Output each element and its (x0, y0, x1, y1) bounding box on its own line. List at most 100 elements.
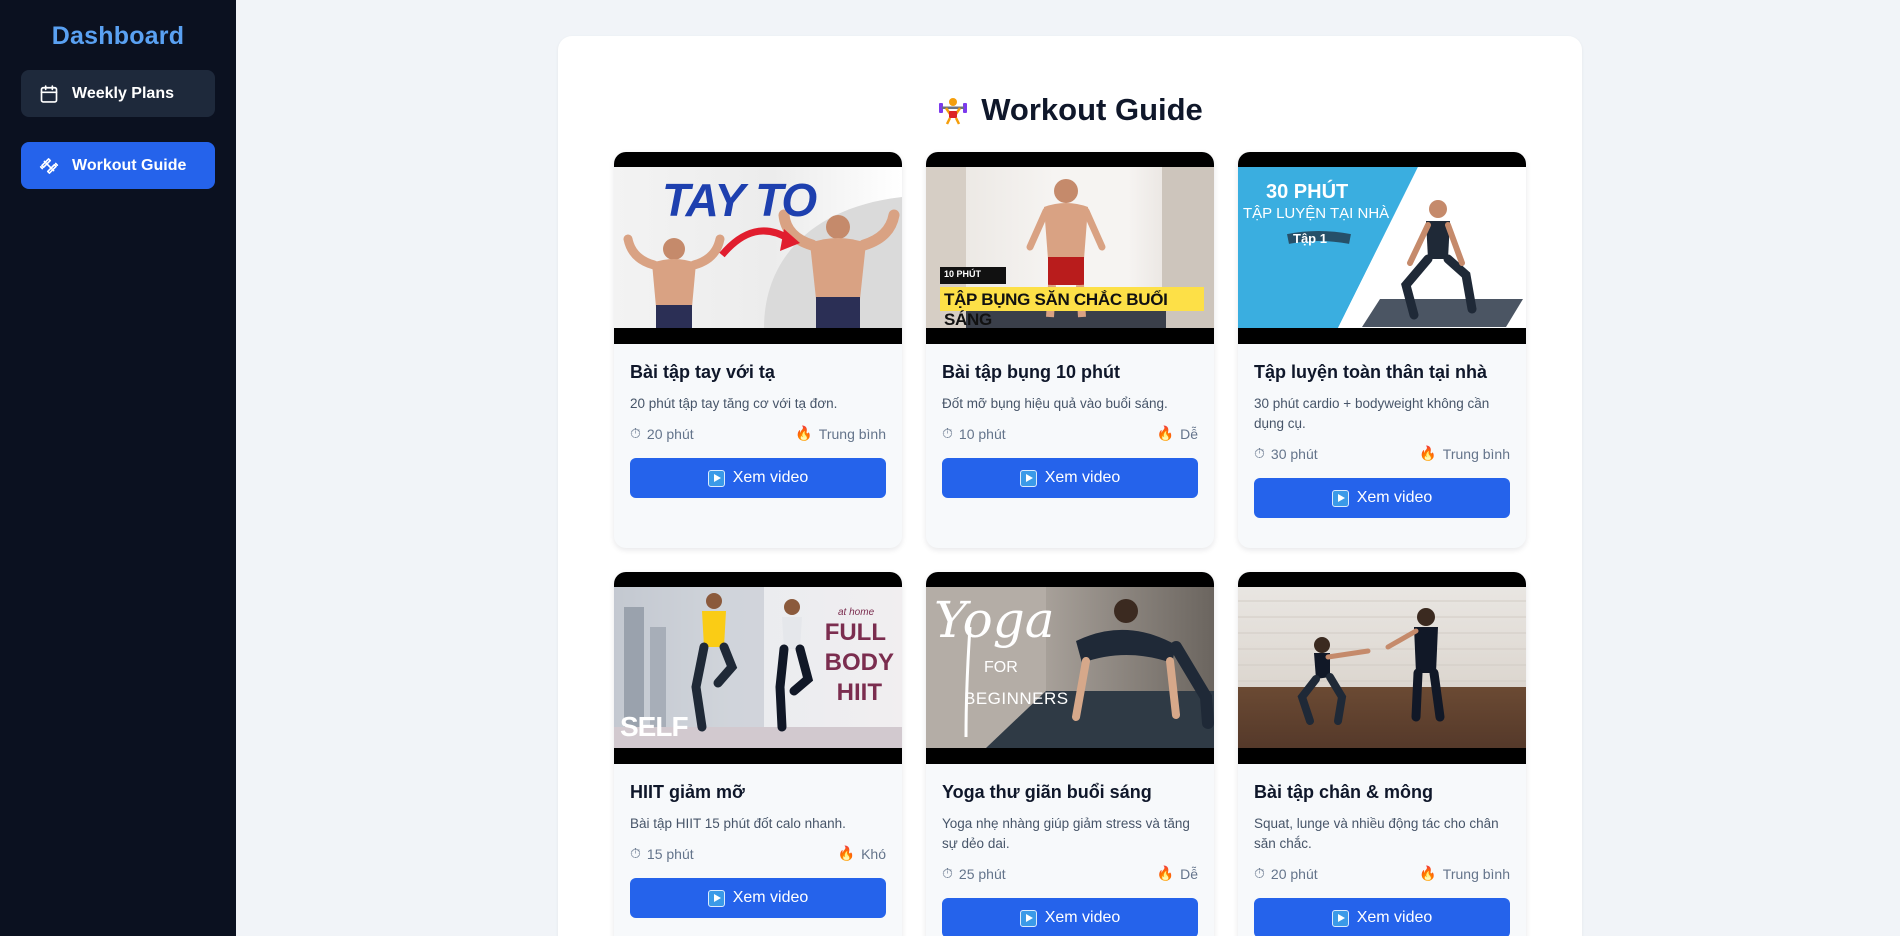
sidebar: Dashboard Weekly Plans Workout Guide (0, 0, 236, 936)
difficulty-text: Dễ (1180, 425, 1198, 442)
card-meta: ⏱ 30 phút 🔥 Trung bình (1254, 445, 1510, 462)
watch-video-button[interactable]: Xem video (630, 878, 886, 918)
play-icon (1331, 909, 1349, 927)
workout-card: Bài tập chân & mông Squat, lunge và nhiề… (1238, 572, 1526, 936)
workout-card: 30 PHÚT TẬP LUYỆN TẠI NHÀ Tập 1 Tập luyệ… (1238, 152, 1526, 548)
main-content: Workout Guide TAY TO Bài tập tay với tạ … (236, 0, 1900, 936)
thumbnail-line3: Tập 1 (1293, 231, 1327, 246)
thumbnail-small-text: at home (838, 607, 875, 618)
sidebar-item-weekly-plans[interactable]: Weekly Plans (21, 70, 215, 117)
watch-video-button[interactable]: Xem video (942, 898, 1198, 936)
card-description: Yoga nhẹ nhàng giúp giảm stress và tăng … (942, 816, 1190, 851)
thumbnail-line3: HIIT (836, 679, 882, 706)
difficulty-text: Trung bình (1442, 445, 1510, 462)
difficulty: 🔥 Dễ (1157, 425, 1198, 442)
stopwatch-icon: ⏱ (630, 845, 641, 861)
play-icon (1019, 469, 1037, 487)
thumbnail-overlay-text: TẬP BỤNG SĂN CHẮC BUỔI SÁNG (944, 290, 1168, 328)
card-description: 20 phút tập tay tăng cơ với tạ đơn. (630, 396, 838, 411)
thumbnail-line3: BEGINNERS (964, 689, 1069, 708)
difficulty: 🔥 Trung bình (795, 425, 886, 442)
video-thumbnail[interactable] (1238, 572, 1526, 764)
video-thumbnail[interactable]: 30 PHÚT TẬP LUYỆN TẠI NHÀ Tập 1 (1238, 152, 1526, 344)
button-label: Xem video (1356, 489, 1433, 506)
watch-video-button[interactable]: Xem video (630, 458, 886, 498)
workout-card: 10 PHÚT TẬP BỤNG SĂN CHẮC BUỔI SÁNG Bài … (926, 152, 1214, 548)
fire-icon: 🔥 (837, 845, 856, 861)
card-body: Bài tập tay với tạ 20 phút tập tay tăng … (614, 344, 902, 516)
watch-video-button[interactable]: Xem video (942, 458, 1198, 498)
duration: ⏱ 25 phút (942, 865, 1006, 882)
fire-icon: 🔥 (1419, 445, 1437, 461)
calendar-icon (40, 84, 58, 103)
card-meta: ⏱ 20 phút 🔥 Trung bình (1254, 865, 1510, 882)
play-icon (1331, 489, 1349, 507)
thumbnail-art (1238, 600, 1526, 725)
workout-card: at home FULL BODY HIIT SELF HIIT giảm mỡ… (614, 572, 902, 936)
card-meta: ⏱ 20 phút 🔥 Trung bình (630, 425, 886, 442)
button-label: Xem video (1044, 909, 1121, 926)
thumbnail-line2: FOR (984, 659, 1018, 676)
duration: ⏱ 15 phút (630, 845, 694, 862)
stopwatch-icon: ⏱ (942, 865, 953, 881)
thumbnail-line1: Yoga (934, 591, 1055, 649)
card-meta: ⏱ 10 phút 🔥 Dễ (942, 425, 1198, 442)
fire-icon: 🔥 (795, 425, 813, 441)
duration-text: 25 phút (958, 865, 1006, 882)
button-label: Xem video (1044, 469, 1121, 486)
thumbnail-line2: TẬP LUYỆN TẠI NHÀ (1243, 205, 1390, 222)
thumbnail-line1: FULL (824, 619, 886, 646)
button-label: Xem video (732, 469, 809, 486)
video-thumbnail[interactable]: TAY TO (614, 152, 902, 344)
stopwatch-icon: ⏱ (1254, 865, 1265, 881)
duration: ⏱ 20 phút (1254, 865, 1318, 882)
watch-video-button[interactable]: Xem video (1254, 898, 1510, 936)
card-body: Bài tập chân & mông Squat, lunge và nhiề… (1238, 764, 1526, 936)
duration-text: 30 phút (1270, 445, 1318, 462)
duration: ⏱ 30 phút (1254, 445, 1318, 462)
thumbnail-overlay-text: TAY TO (662, 174, 817, 226)
duration-text: 15 phút (646, 845, 694, 862)
card-meta: ⏱ 15 phút 🔥 Khó (630, 845, 886, 862)
button-label: Xem video (1356, 909, 1433, 926)
video-thumbnail[interactable]: 10 PHÚT TẬP BỤNG SĂN CHẮC BUỔI SÁNG (926, 152, 1214, 344)
duration-text: 10 phút (958, 425, 1006, 442)
play-icon (707, 889, 725, 907)
video-thumbnail[interactable]: at home FULL BODY HIIT SELF (614, 572, 902, 764)
thumbnail-line1: 30 PHÚT (1266, 181, 1349, 203)
video-thumbnail[interactable]: Yoga FOR BEGINNERS (926, 572, 1214, 764)
card-title: Bài tập tay với tạ (630, 362, 775, 382)
duration-text: 20 phút (646, 425, 694, 442)
card-title: Bài tập chân & mông (1254, 782, 1434, 802)
page-title: Workout Guide (558, 92, 1582, 128)
brand-title: Dashboard (51, 22, 185, 50)
dumbbell-icon (39, 157, 59, 174)
sidebar-item-label: Weekly Plans (72, 84, 174, 102)
card-body: Bài tập bụng 10 phút Đốt mỡ bụng hiệu qu… (926, 344, 1214, 516)
play-icon (1019, 909, 1037, 927)
stopwatch-icon: ⏱ (942, 425, 953, 441)
card-description: 30 phút cardio + bodyweight không cần dụ… (1254, 396, 1490, 431)
difficulty-text: Trung bình (818, 425, 886, 442)
play-icon (707, 469, 725, 487)
card-title: Tập luyện toàn thân tại nhà (1254, 362, 1488, 382)
workout-card: Yoga FOR BEGINNERS Yoga thư giãn buổi sá… (926, 572, 1214, 936)
weightlifter-icon (939, 98, 968, 125)
fire-icon: 🔥 (1419, 865, 1437, 881)
card-description: Bài tập HIIT 15 phút đốt calo nhanh. (630, 816, 846, 831)
duration-text: 20 phút (1270, 865, 1318, 882)
difficulty-text: Trung bình (1442, 865, 1510, 882)
workout-card-grid: TAY TO Bài tập tay với tạ 20 phút tập ta… (614, 152, 1526, 936)
stopwatch-icon: ⏱ (630, 425, 641, 441)
difficulty-text: Dễ (1180, 865, 1198, 882)
sidebar-item-workout-guide[interactable]: Workout Guide (21, 142, 215, 189)
card-title: Bài tập bụng 10 phút (942, 362, 1120, 382)
workout-card: TAY TO Bài tập tay với tạ 20 phút tập ta… (614, 152, 902, 548)
card-title: HIIT giảm mỡ (630, 782, 745, 802)
workout-guide-panel: Workout Guide TAY TO Bài tập tay với tạ … (558, 36, 1582, 936)
difficulty: 🔥 Trung bình (1419, 445, 1510, 462)
self-logo: SELF (620, 711, 689, 742)
watch-video-button[interactable]: Xem video (1254, 478, 1510, 518)
card-body: HIIT giảm mỡ Bài tập HIIT 15 phút đốt ca… (614, 764, 902, 936)
card-meta: ⏱ 25 phút 🔥 Dễ (942, 865, 1198, 882)
